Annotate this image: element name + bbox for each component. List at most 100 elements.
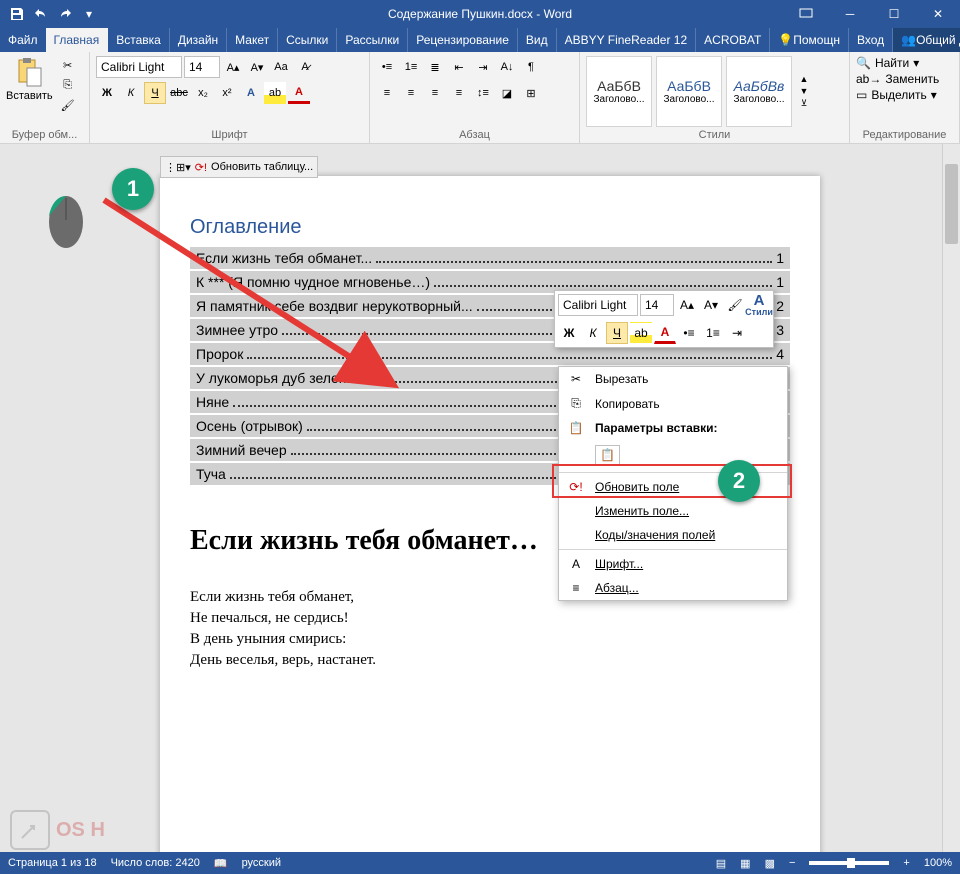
show-marks-icon[interactable]: ¶ bbox=[520, 56, 542, 78]
highlight-icon[interactable]: ab bbox=[264, 82, 286, 104]
tab-abbyy[interactable]: ABBYY FineReader 12 bbox=[557, 28, 697, 52]
mini-font-size[interactable]: 14 bbox=[640, 294, 674, 316]
toc-handle-icon[interactable]: ⋮⊞▾ bbox=[165, 161, 191, 174]
underline-button[interactable]: Ч bbox=[144, 82, 166, 104]
document-area[interactable]: ⋮⊞▾ ⟳! Обновить таблицу... Оглавление Ес… bbox=[0, 156, 942, 852]
undo-icon[interactable] bbox=[30, 3, 52, 25]
grow-font-icon[interactable]: A▴ bbox=[222, 56, 244, 78]
status-word-count[interactable]: Число слов: 2420 bbox=[111, 857, 200, 869]
tab-tell-me[interactable]: 💡 Помощн bbox=[770, 28, 849, 52]
zoom-slider[interactable] bbox=[809, 861, 889, 865]
shrink-font-icon[interactable]: A▾ bbox=[246, 56, 268, 78]
superscript-button[interactable]: x² bbox=[216, 82, 238, 104]
ribbon-collapse-icon[interactable] bbox=[784, 0, 828, 28]
mini-grow-font-icon[interactable]: A▴ bbox=[676, 294, 698, 316]
format-painter-icon[interactable]: 🖌 bbox=[57, 96, 79, 114]
styles-down-icon[interactable]: ▼ bbox=[796, 86, 812, 96]
bold-button[interactable]: Ж bbox=[96, 82, 118, 104]
tab-mailings[interactable]: Рассылки bbox=[337, 28, 408, 52]
mini-indent-icon[interactable]: ⇥ bbox=[726, 322, 748, 344]
mini-format-painter-icon[interactable]: 🖌 bbox=[724, 294, 746, 316]
style-item-2[interactable]: АаБбВ Заголово... bbox=[656, 56, 722, 127]
strikethrough-button[interactable]: abc bbox=[168, 82, 190, 104]
maximize-icon[interactable]: ☐ bbox=[872, 0, 916, 28]
mini-font-color-icon[interactable]: A bbox=[654, 322, 676, 344]
sort-icon[interactable]: A↓ bbox=[496, 56, 518, 78]
justify-icon[interactable]: ≡ bbox=[448, 82, 470, 104]
increase-indent-icon[interactable]: ⇥ bbox=[472, 56, 494, 78]
style-item-1[interactable]: АаБбВ Заголово... bbox=[586, 56, 652, 127]
align-left-icon[interactable]: ≡ bbox=[376, 82, 398, 104]
tab-insert[interactable]: Вставка bbox=[108, 28, 170, 52]
cm-cut[interactable]: ✂Вырезать bbox=[559, 367, 787, 391]
bullets-icon[interactable]: •≡ bbox=[376, 56, 398, 78]
text-effects-icon[interactable]: A bbox=[240, 82, 262, 104]
find-button[interactable]: 🔍 Найти ▾ bbox=[856, 56, 953, 70]
paste-keep-source-icon[interactable]: 📋 bbox=[595, 445, 620, 465]
borders-icon[interactable]: ⊞ bbox=[520, 82, 542, 104]
cm-field-codes[interactable]: Коды/значения полей bbox=[559, 523, 787, 547]
clear-format-icon[interactable]: A̷ bbox=[294, 56, 316, 78]
status-language[interactable]: русский bbox=[242, 857, 281, 869]
style-item-3[interactable]: АаБбВв Заголово... bbox=[726, 56, 792, 127]
zoom-in-icon[interactable]: + bbox=[903, 857, 909, 869]
toc-toolbar[interactable]: ⋮⊞▾ ⟳! Обновить таблицу... bbox=[160, 156, 318, 178]
status-spellcheck-icon[interactable]: 📖 bbox=[214, 857, 228, 870]
subscript-button[interactable]: x₂ bbox=[192, 82, 214, 104]
view-print-layout-icon[interactable]: ▦ bbox=[740, 857, 750, 870]
tab-review[interactable]: Рецензирование bbox=[408, 28, 518, 52]
tab-home[interactable]: Главная bbox=[46, 28, 109, 52]
tab-file[interactable]: Файл bbox=[0, 28, 46, 52]
minimize-icon[interactable]: ─ bbox=[828, 0, 872, 28]
styles-up-icon[interactable]: ▲ bbox=[796, 74, 812, 84]
align-right-icon[interactable]: ≡ bbox=[424, 82, 446, 104]
toc-update-label[interactable]: Обновить таблицу... bbox=[211, 161, 313, 173]
zoom-out-icon[interactable]: − bbox=[789, 857, 795, 869]
line-spacing-icon[interactable]: ↕≡ bbox=[472, 82, 494, 104]
cm-copy[interactable]: ⎘Копировать bbox=[559, 391, 787, 416]
mini-highlight-icon[interactable]: ab bbox=[630, 322, 652, 344]
cm-paragraph[interactable]: ≡Абзац... bbox=[559, 576, 787, 600]
tab-share[interactable]: 👥 Общий доступ bbox=[893, 28, 960, 52]
mini-underline[interactable]: Ч bbox=[606, 322, 628, 344]
tab-acrobat[interactable]: ACROBAT bbox=[696, 28, 770, 52]
tab-design[interactable]: Дизайн bbox=[170, 28, 227, 52]
mini-italic[interactable]: К bbox=[582, 322, 604, 344]
paste-button[interactable]: Вставить bbox=[6, 56, 53, 114]
view-read-mode-icon[interactable]: ▤ bbox=[716, 857, 726, 870]
status-page[interactable]: Страница 1 из 18 bbox=[8, 857, 97, 869]
view-web-layout-icon[interactable]: ▩ bbox=[765, 857, 775, 870]
redo-icon[interactable] bbox=[54, 3, 76, 25]
font-size-select[interactable]: 14 bbox=[184, 56, 220, 78]
qat-dropdown-icon[interactable]: ▾ bbox=[78, 3, 100, 25]
mini-bold[interactable]: Ж bbox=[558, 322, 580, 344]
tab-view[interactable]: Вид bbox=[518, 28, 557, 52]
numbering-icon[interactable]: 1≡ bbox=[400, 56, 422, 78]
shading-icon[interactable]: ◪ bbox=[496, 82, 518, 104]
multilevel-icon[interactable]: ≣ bbox=[424, 56, 446, 78]
copy-icon[interactable]: ⎘ bbox=[57, 76, 79, 94]
scrollbar-thumb[interactable] bbox=[945, 164, 958, 244]
italic-button[interactable]: К bbox=[120, 82, 142, 104]
close-icon[interactable]: ✕ bbox=[916, 0, 960, 28]
tab-signin[interactable]: Вход bbox=[849, 28, 893, 52]
align-center-icon[interactable]: ≡ bbox=[400, 82, 422, 104]
toc-entry[interactable]: Если жизнь тебя обманет...1 bbox=[190, 247, 790, 269]
change-case-icon[interactable]: Aa bbox=[270, 56, 292, 78]
cm-edit-field[interactable]: Изменить поле... bbox=[559, 499, 787, 523]
styles-more-icon[interactable]: ⊻ bbox=[796, 98, 812, 109]
font-name-select[interactable]: Calibri Light bbox=[96, 56, 182, 78]
cm-font[interactable]: AШрифт... bbox=[559, 552, 787, 576]
select-button[interactable]: ▭ Выделить ▾ bbox=[856, 88, 953, 102]
tab-references[interactable]: Ссылки bbox=[278, 28, 337, 52]
mini-styles-icon[interactable]: AСтили bbox=[748, 294, 770, 316]
mini-font-name[interactable]: Calibri Light bbox=[558, 294, 638, 316]
save-icon[interactable] bbox=[6, 3, 28, 25]
mini-shrink-font-icon[interactable]: A▾ bbox=[700, 294, 722, 316]
mini-bullets-icon[interactable]: •≡ bbox=[678, 322, 700, 344]
replace-button[interactable]: ab→ Заменить bbox=[856, 72, 953, 86]
vertical-scrollbar[interactable] bbox=[942, 144, 960, 852]
toc-update-icon[interactable]: ⟳! bbox=[195, 161, 207, 174]
tab-layout[interactable]: Макет bbox=[227, 28, 278, 52]
decrease-indent-icon[interactable]: ⇤ bbox=[448, 56, 470, 78]
